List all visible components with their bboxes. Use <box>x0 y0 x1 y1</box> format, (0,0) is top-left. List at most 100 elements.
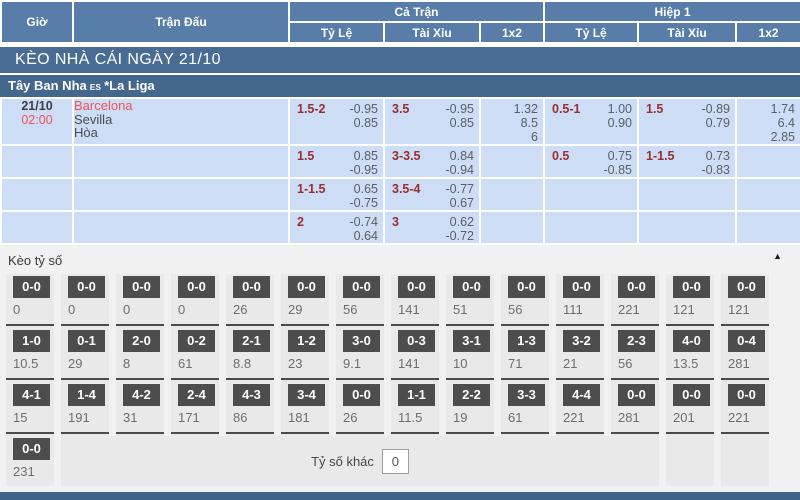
score-option-button[interactable]: 2-4 <box>178 384 215 406</box>
score-option-button[interactable]: 0-0 <box>343 276 380 298</box>
score-odds-value: 10 <box>446 356 494 372</box>
score-option-button[interactable]: 1-3 <box>508 330 545 352</box>
odds-value[interactable]: 1.00 <box>608 102 632 116</box>
score-option-button[interactable]: 4-1 <box>13 384 50 406</box>
odds-value[interactable]: -0.72 <box>446 229 475 243</box>
score-cell: 0-261 <box>171 328 219 378</box>
score-option-button[interactable]: 0-0 <box>178 276 215 298</box>
score-option-button[interactable]: 1-2 <box>288 330 325 352</box>
score-option-button[interactable]: 2-0 <box>123 330 160 352</box>
odds-value[interactable]: -0.85 <box>604 163 633 177</box>
odds-value[interactable]: 0.67 <box>450 196 474 210</box>
odds-value[interactable]: 0.90 <box>608 116 632 130</box>
league-bar: Tây Ban Nhaes*La Liga <box>0 75 800 97</box>
score-option-button[interactable]: 0-0 <box>618 276 655 298</box>
score-option-button[interactable]: 4-4 <box>563 384 600 406</box>
score-option-button[interactable]: 0-1 <box>68 330 105 352</box>
odds-value[interactable]: 0.85 <box>354 149 378 163</box>
score-option-button[interactable]: 0-2 <box>178 330 215 352</box>
h1-handicap-cell: 0.5 0.75-0.85 <box>544 145 638 178</box>
score-cell: 0-129 <box>61 328 109 378</box>
odds-value[interactable]: 0.64 <box>354 229 378 243</box>
odds-value[interactable]: -0.89 <box>702 102 731 116</box>
score-option-button[interactable]: 0-0 <box>673 384 710 406</box>
h1-handicap-cell <box>544 178 638 211</box>
score-odds-value: 26 <box>226 302 274 318</box>
score-option-button[interactable]: 0-0 <box>728 276 765 298</box>
score-option-button[interactable]: 0-0 <box>13 276 50 298</box>
score-option-button[interactable]: 0-0 <box>563 276 600 298</box>
score-odds-value: 221 <box>721 410 769 426</box>
odds-value[interactable]: 0.85 <box>354 116 378 130</box>
odds-value[interactable]: 2.85 <box>737 130 795 144</box>
odds-value[interactable]: 0.84 <box>450 149 474 163</box>
score-odds-value: 8 <box>116 356 164 372</box>
odds-value[interactable]: 0.75 <box>608 149 632 163</box>
collapse-arrow-icon[interactable]: ▲ <box>773 251 782 261</box>
score-option-button[interactable]: 2-3 <box>618 330 655 352</box>
score-cell: 2-18.8 <box>226 328 274 378</box>
score-option-button[interactable]: 0-0 <box>508 276 545 298</box>
score-option-button[interactable]: 1-1 <box>398 384 435 406</box>
score-odds-value: 11.5 <box>391 410 439 426</box>
odds-value[interactable]: 1.32 <box>481 102 538 116</box>
odds-value[interactable]: -0.95 <box>350 163 379 177</box>
score-option-button[interactable]: 0-0 <box>288 276 325 298</box>
h1-overunder-cell <box>638 211 736 244</box>
score-option-button[interactable]: 3-0 <box>343 330 380 352</box>
score-option-button[interactable]: 3-3 <box>508 384 545 406</box>
score-option-button[interactable]: 4-2 <box>123 384 160 406</box>
score-option-button[interactable]: 4-0 <box>673 330 710 352</box>
score-option-button[interactable]: 0-0 <box>343 384 380 406</box>
score-cell: 0-0141 <box>391 274 439 324</box>
score-option-button[interactable]: 0-0 <box>618 384 655 406</box>
odds-value[interactable]: -0.95 <box>350 102 379 116</box>
odds-value[interactable]: 6 <box>481 130 538 144</box>
score-option-button[interactable]: 0-0 <box>68 276 105 298</box>
score-cell-empty <box>666 436 714 486</box>
score-option-button[interactable]: 0-0 <box>398 276 435 298</box>
ft-1x2-cell <box>480 178 544 211</box>
odds-value[interactable]: 6.4 <box>737 116 795 130</box>
odds-value[interactable]: -0.95 <box>446 102 475 116</box>
score-option-button[interactable]: 2-1 <box>233 330 270 352</box>
odds-value[interactable]: 0.85 <box>450 116 474 130</box>
score-option-button[interactable]: 0-0 <box>13 438 50 460</box>
odds-value[interactable]: 0.79 <box>706 116 730 130</box>
score-option-button[interactable]: 1-0 <box>13 330 50 352</box>
odds-value[interactable]: -0.83 <box>702 163 731 177</box>
odds-value[interactable]: 8.5 <box>481 116 538 130</box>
h1-overunder-cell: 1-1.5 0.73-0.83 <box>638 145 736 178</box>
odds-value[interactable]: -0.94 <box>446 163 475 177</box>
score-option-button[interactable]: 0-0 <box>673 276 710 298</box>
score-option-button[interactable]: 0-4 <box>728 330 765 352</box>
score-cell: 0-051 <box>446 274 494 324</box>
h1-overunder-cell: 1.5 -0.890.79 <box>638 98 736 145</box>
score-cell: 4-231 <box>116 382 164 432</box>
score-cell: 3-221 <box>556 328 604 378</box>
score-option-button[interactable]: 0-0 <box>233 276 270 298</box>
score-option-button[interactable]: 3-2 <box>563 330 600 352</box>
score-option-button[interactable]: 4-3 <box>233 384 270 406</box>
h1-handicap-cell <box>544 211 638 244</box>
odds-value[interactable]: -0.77 <box>446 182 475 196</box>
score-option-button[interactable]: 0-0 <box>123 276 160 298</box>
h1-1x2-cell <box>736 145 800 178</box>
odds-value[interactable]: -0.75 <box>350 196 379 210</box>
score-option-button[interactable]: 1-4 <box>68 384 105 406</box>
score-option-button[interactable]: 2-2 <box>453 384 490 406</box>
odds-value[interactable]: 0.62 <box>450 215 474 229</box>
odds-value[interactable]: 0.65 <box>354 182 378 196</box>
score-option-button[interactable]: 0-3 <box>398 330 435 352</box>
other-score-input[interactable] <box>382 449 409 474</box>
odds-value[interactable]: -0.74 <box>350 215 379 229</box>
overunder-line: 1-1.5 <box>646 149 675 177</box>
score-option-button[interactable]: 0-0 <box>453 276 490 298</box>
odds-value[interactable]: 0.73 <box>706 149 730 163</box>
odds-value[interactable]: 1.74 <box>737 102 795 116</box>
score-option-button[interactable]: 3-4 <box>288 384 325 406</box>
h1-1x2-cell: 1.74 6.4 2.85 <box>736 98 800 145</box>
score-option-button[interactable]: 0-0 <box>728 384 765 406</box>
score-option-button[interactable]: 3-1 <box>453 330 490 352</box>
score-cell: 0-056 <box>501 274 549 324</box>
